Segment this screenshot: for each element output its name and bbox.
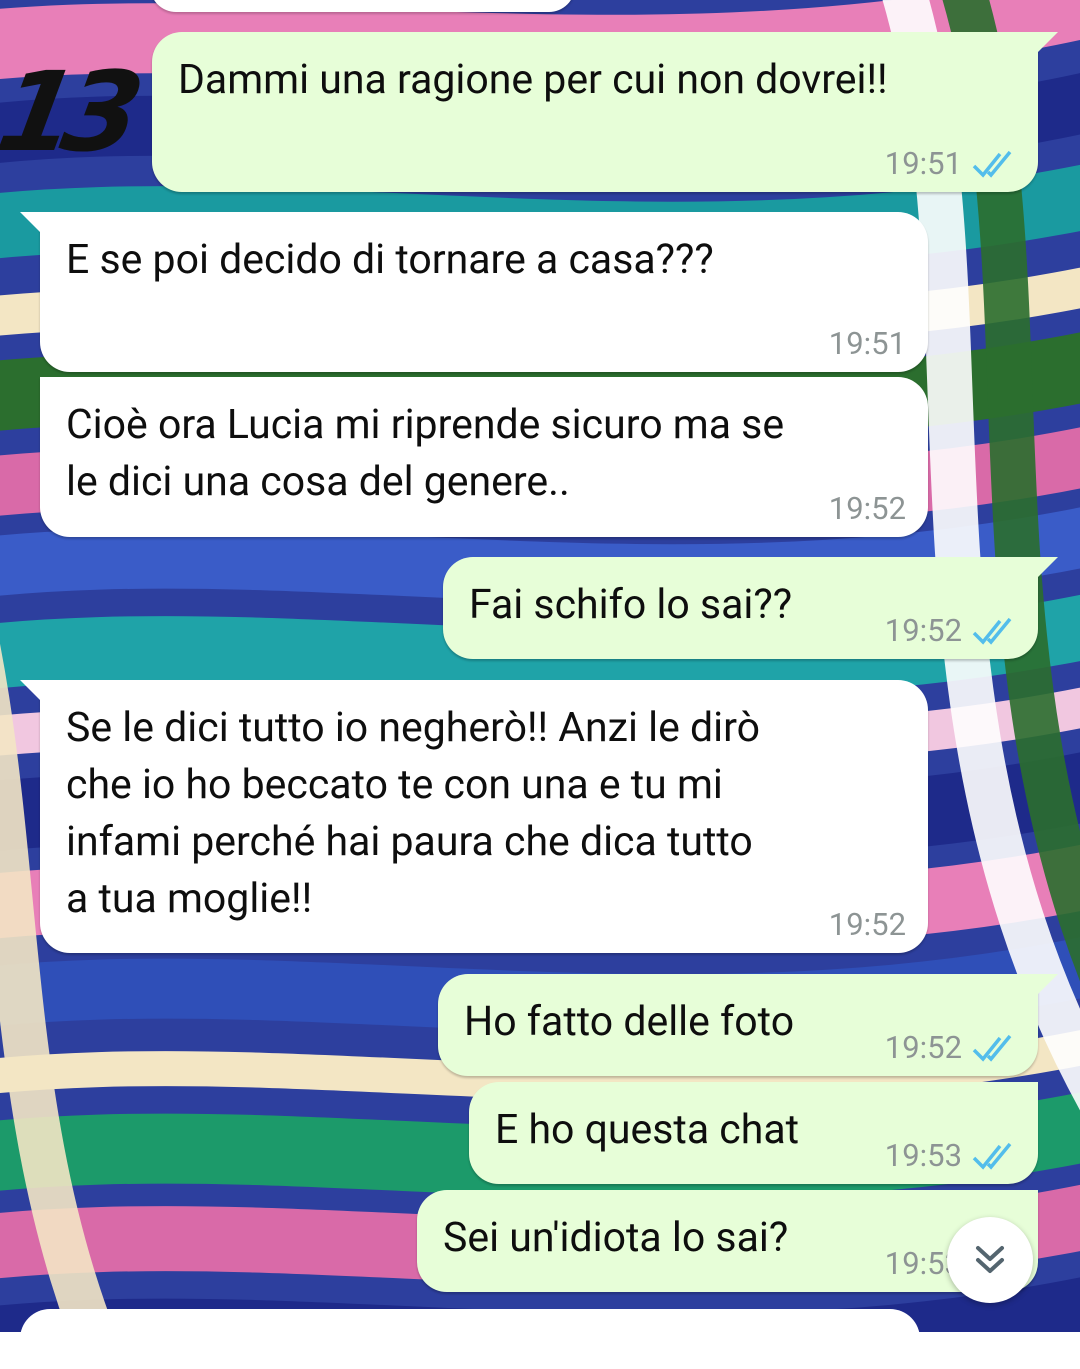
next-message-edge — [20, 1309, 920, 1369]
message-time: 19:52 — [828, 490, 906, 527]
bubble-tail — [1034, 557, 1058, 581]
message-time: 19:52 — [884, 612, 962, 649]
message-bubble-outgoing[interactable]: Ho fatto delle foto 19:52 — [438, 974, 1058, 1076]
bubble-tail — [20, 680, 44, 704]
message-text: Sei un'idiota lo sai? — [443, 1214, 789, 1262]
message-meta: 19:51 — [829, 325, 906, 362]
message-text: Fai schifo lo sai?? — [469, 581, 793, 629]
scroll-to-bottom-button[interactable] — [947, 1217, 1033, 1303]
message-time: 19:51 — [828, 325, 906, 362]
bubble-tail — [1034, 974, 1058, 998]
overlay-number: 13 — [0, 48, 141, 176]
double-chevron-down-icon — [976, 1246, 1004, 1273]
message-meta: 19:53 — [885, 1137, 1016, 1174]
message-text: E ho questa chat — [495, 1106, 800, 1154]
message-text: E se poi decido di tornare a casa??? — [66, 236, 714, 284]
message-meta: 19:51 — [885, 145, 1016, 182]
message-bubble-incoming[interactable]: Se le dici tutto io negherò!! Anzi le di… — [20, 680, 928, 953]
message-time: 19:52 — [828, 906, 906, 943]
previous-message-edge — [150, 0, 575, 12]
message-bubble-outgoing[interactable]: Dammi una ragione per cui non dovrei!! 1… — [152, 32, 1058, 192]
double-check-icon — [972, 1034, 1012, 1062]
bubble-tail — [20, 212, 44, 236]
message-time: 19:52 — [884, 1029, 962, 1066]
message-meta: 19:52 — [829, 906, 906, 943]
message-meta: 19:52 — [829, 490, 906, 527]
message-meta: 19:52 — [885, 612, 1016, 649]
message-text: Dammi una ragione per cui non dovrei!! — [178, 56, 888, 104]
bubble-tail — [1034, 32, 1058, 56]
message-meta: 19:52 — [885, 1029, 1016, 1066]
message-bubble-outgoing[interactable]: Fai schifo lo sai?? 19:52 — [443, 557, 1058, 659]
message-bubble-outgoing[interactable]: E ho questa chat 19:53 — [469, 1082, 1038, 1184]
double-check-icon — [972, 150, 1012, 178]
message-bubble-incoming[interactable]: Cioè ora Lucia mi riprende sicuro ma se … — [40, 377, 928, 537]
message-text: Cioè ora Lucia mi riprende sicuro ma se … — [66, 401, 785, 506]
message-bubble-incoming[interactable]: E se poi decido di tornare a casa??? 19:… — [20, 212, 928, 372]
message-text: Se le dici tutto io negherò!! Anzi le di… — [66, 704, 760, 923]
message-bubble-outgoing[interactable]: Sei un'idiota lo sai? 19:53 — [417, 1190, 1038, 1292]
double-check-icon — [972, 617, 1012, 645]
message-time: 19:53 — [884, 1137, 962, 1174]
message-text: Ho fatto delle foto — [464, 998, 795, 1046]
message-time: 19:51 — [884, 145, 962, 182]
double-check-icon — [972, 1142, 1012, 1170]
